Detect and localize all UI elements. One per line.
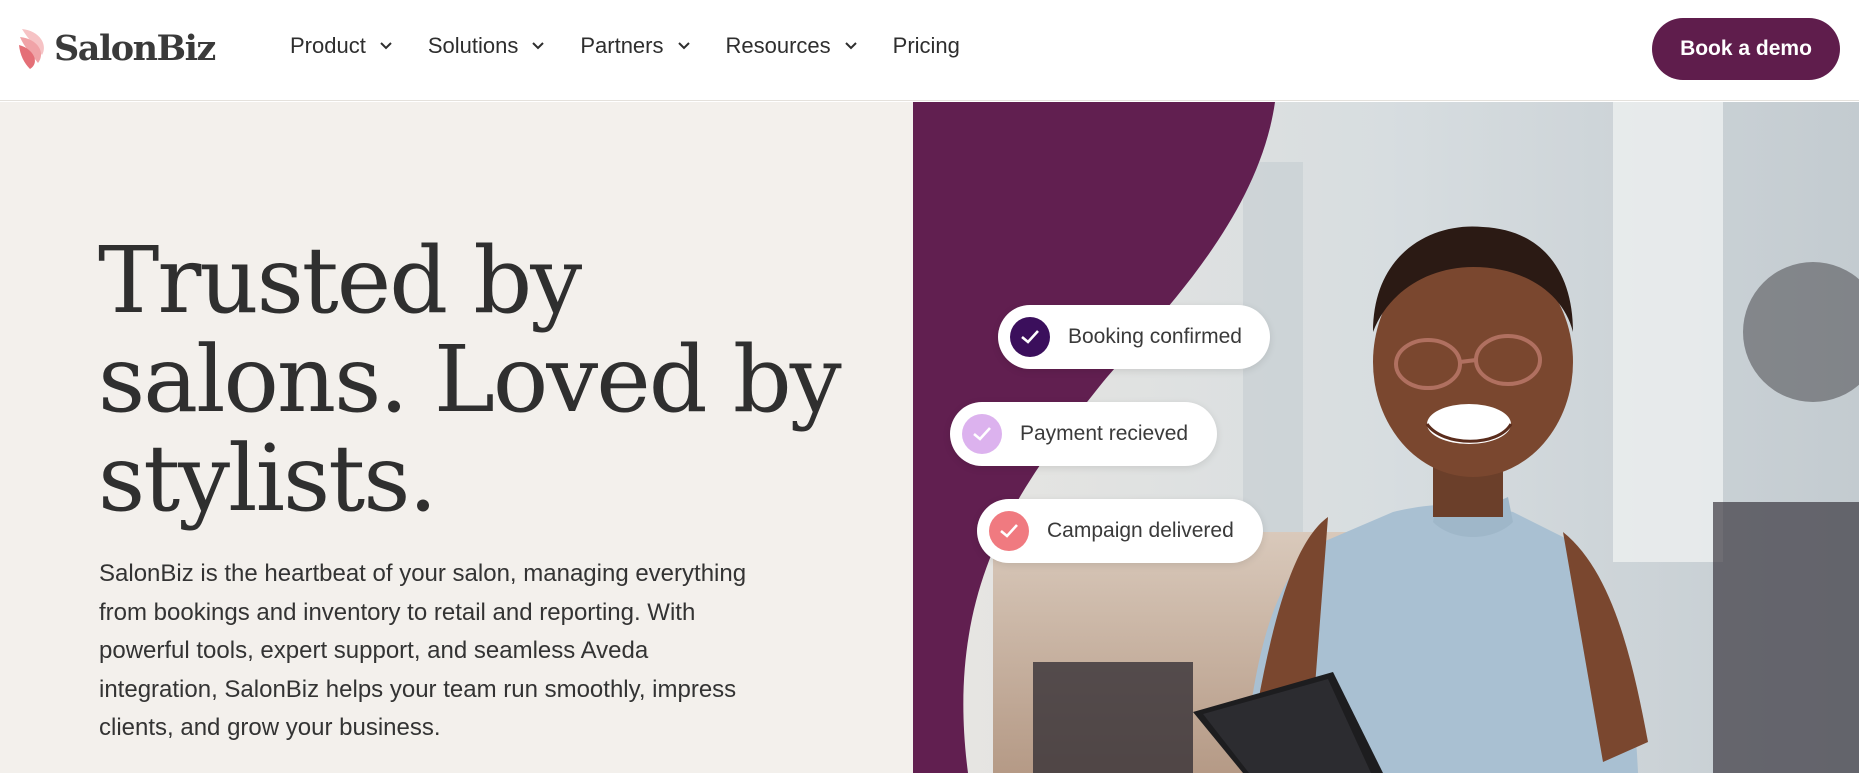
chevron-down-icon [844, 42, 857, 50]
notification-payment-received: Payment recieved [950, 402, 1217, 466]
nav-item-label: Solutions [427, 33, 519, 58]
check-icon [1010, 317, 1050, 357]
hero-text-panel: Trusted by salons. Loved by stylists. Sa… [0, 102, 913, 773]
check-icon [989, 511, 1029, 551]
description-line: SalonBiz is the heartbeat of your salon,… [99, 560, 747, 587]
notification-campaign-delivered: Campaign delivered [977, 499, 1263, 563]
chevron-down-icon [380, 42, 392, 50]
description-line: powerful tools, expert support, and seam… [99, 637, 649, 664]
main-nav: Product Solutions Partners Resources Pri… [290, 33, 996, 59]
notification-label: Campaign delivered [1047, 519, 1234, 542]
notification-label: Payment recieved [1020, 422, 1189, 445]
headline-line: Trusted by [98, 227, 582, 334]
site-header: SalonBiz Product Solutions Partners Reso… [0, 0, 1859, 101]
nav-item-solutions[interactable]: Solutions [428, 33, 545, 59]
nav-item-label: Partners [580, 33, 664, 58]
nav-item-resources[interactable]: Resources [726, 33, 857, 59]
nav-item-label: Product [290, 33, 366, 58]
nav-item-label: Pricing [892, 33, 960, 58]
headline-line: salons. Loved by [98, 326, 842, 433]
description-line: integration, SalonBiz helps your team ru… [99, 675, 737, 703]
hero-headline: Trusted by salons. Loved by stylists. [98, 227, 842, 532]
nav-item-partners[interactable]: Partners [580, 33, 690, 59]
headline-line: stylists. [98, 425, 438, 532]
nav-item-label: Resources [725, 33, 831, 58]
notification-booking-confirmed: Booking confirmed [998, 305, 1270, 369]
notification-label: Booking confirmed [1068, 325, 1242, 348]
salonbiz-logo[interactable]: SalonBiz [18, 24, 216, 72]
check-icon [962, 414, 1002, 454]
book-demo-button[interactable]: Book a demo [1652, 18, 1840, 80]
logo-wordmark: SalonBiz [54, 27, 216, 69]
chevron-down-icon [677, 42, 690, 50]
description-line: from bookings and inventory to retail an… [99, 598, 696, 626]
nav-item-product[interactable]: Product [290, 33, 392, 59]
nav-item-pricing[interactable]: Pricing [893, 33, 960, 59]
hero-description: SalonBiz is the heartbeat of your salon,… [99, 555, 799, 748]
logo-petals-icon [19, 29, 44, 69]
description-line: clients, and grow your business. [99, 714, 441, 741]
chevron-down-icon [532, 42, 545, 50]
